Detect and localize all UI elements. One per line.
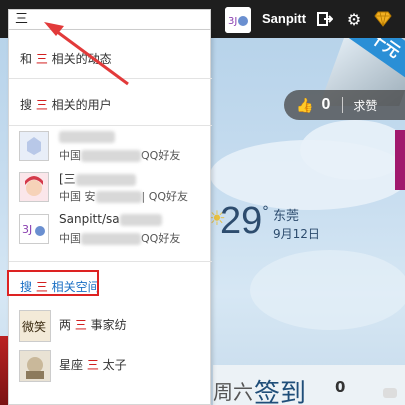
- logout-icon[interactable]: [315, 9, 335, 29]
- redacted-text: [75, 173, 136, 186]
- svg-text:3J: 3J: [22, 223, 32, 236]
- svg-text:微笑: 微笑: [22, 319, 46, 334]
- diamond-icon[interactable]: [373, 9, 393, 29]
- default-avatar-icon: [19, 131, 49, 161]
- ask-like-button[interactable]: 求赞: [353, 97, 377, 114]
- gear-icon[interactable]: ⚙: [344, 9, 364, 29]
- checkin-count: 0: [335, 378, 346, 396]
- weather-date: 9月12日: [273, 227, 320, 241]
- sanpitt-avatar-icon: 3J: [19, 214, 49, 244]
- divider: [9, 261, 212, 262]
- search-suggestions-dropdown: 和 三 相关的动态 搜 三 相关的用户 中国 QQ好友 [三 中国 安 | QQ好友…: [8, 30, 212, 405]
- side-decoration: [395, 130, 405, 190]
- anime-girl-avatar-icon: [19, 172, 49, 202]
- cloud: [250, 250, 405, 330]
- redacted-text: [59, 130, 115, 143]
- like-count: 0: [321, 96, 331, 113]
- redacted-text: [119, 213, 162, 226]
- user-result[interactable]: 3J Sanpitt/sa 中国 QQ好友: [19, 212, 209, 250]
- space-result[interactable]: 星座 三 太子: [19, 350, 209, 384]
- user-info: 中国 QQ好友: [59, 232, 181, 245]
- temperature: 29: [220, 200, 263, 242]
- search-input[interactable]: 三: [8, 9, 211, 30]
- redacted-text: [81, 150, 141, 162]
- redacted-text: [95, 191, 142, 203]
- space-result[interactable]: 微笑 两 三 事家纺: [19, 310, 209, 344]
- redacted-text: [81, 233, 141, 245]
- degree-symbol: °: [262, 204, 269, 220]
- user-name: Sanpitt/sa: [59, 212, 162, 226]
- user-result[interactable]: [三 中国 安 | QQ好友: [19, 170, 209, 208]
- weather-city: 东莞: [273, 209, 300, 224]
- user-result[interactable]: 中国 QQ好友: [19, 129, 209, 167]
- checkin-button[interactable]: 签到: [254, 373, 306, 405]
- username[interactable]: Sanpitt: [262, 11, 306, 26]
- user-info: 中国 QQ好友: [59, 149, 181, 162]
- search-dynamics-link[interactable]: 和 三 相关的动态: [20, 50, 223, 67]
- svg-text:3J: 3J: [228, 16, 237, 27]
- left-edge-decoration: [0, 336, 8, 405]
- space-name: 星座 三 太子: [59, 358, 127, 372]
- gamepad-icon[interactable]: [383, 388, 397, 398]
- divider: [342, 97, 344, 113]
- user-name: [三: [59, 170, 136, 187]
- weixiao-logo-icon: 微笑: [19, 310, 51, 342]
- user-info: 中国 安 | QQ好友: [59, 190, 189, 203]
- user-avatar[interactable]: 3J: [225, 7, 251, 33]
- annotation-box: [7, 270, 99, 296]
- divider: [9, 78, 212, 79]
- like-bar[interactable]: 👍 0 求赞: [284, 90, 405, 120]
- cloud: [300, 120, 405, 180]
- space-name: 两 三 事家纺: [59, 318, 127, 332]
- user-name: [59, 129, 115, 143]
- weekday-label: 周六: [213, 380, 253, 404]
- divider: [9, 125, 212, 126]
- search-users-link[interactable]: 搜 三 相关的用户: [20, 96, 223, 113]
- prince-avatar-icon: [19, 350, 51, 382]
- thumbs-up-icon[interactable]: 👍: [296, 97, 313, 114]
